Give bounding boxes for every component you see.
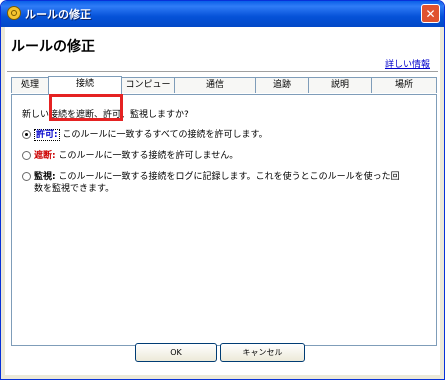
tab-action[interactable]: 処理 (11, 77, 49, 93)
close-icon: ✕ (425, 6, 436, 21)
radio-monitor[interactable] (22, 172, 31, 181)
allow-label: 許可: (34, 129, 60, 141)
tab-location[interactable]: 場所 (371, 77, 437, 93)
dialog-body: ルールの修正 詳しい情報 処理 接続 コンピュータ 通信 追跡 説明 場所 新し… (5, 27, 440, 375)
app-icon (7, 6, 21, 20)
header-divider (7, 71, 438, 73)
ok-button[interactable]: OK (135, 343, 217, 362)
details-link[interactable]: 詳しい情報 (385, 57, 430, 70)
tab-tracking[interactable]: 追跡 (255, 77, 309, 93)
tab-communication[interactable]: 通信 (174, 77, 256, 93)
tab-panel: 新しい接続を遮断、許可、監視しますか? 許可: このルールに一致するすべての接続… (11, 94, 437, 346)
cancel-button[interactable]: キャンセル (220, 343, 305, 362)
tab-connection[interactable]: 接続 (48, 76, 122, 95)
radio-block[interactable] (22, 151, 31, 160)
tab-computer[interactable]: コンピュータ (121, 77, 175, 105)
radio-allow[interactable] (22, 130, 31, 139)
allow-description: このルールに一致するすべての接続を許可します。 (62, 130, 268, 140)
title-bar[interactable]: ルールの修正 ✕ (1, 1, 444, 27)
monitor-description-line1: このルールに一致する接続をログに記録します。これを使うとこのルールを使った回 (58, 172, 400, 182)
highlight-box (49, 94, 123, 121)
monitor-description-line2: 数を監視できます。 (34, 184, 115, 194)
dialog-window: ルールの修正 ✕ ルールの修正 詳しい情報 処理 接続 コンピュータ 通信 追跡… (0, 0, 445, 380)
page-title: ルールの修正 (11, 39, 95, 55)
button-row: OK キャンセル (1, 343, 444, 363)
window-title: ルールの修正 (25, 8, 91, 21)
tab-strip: 処理 接続 コンピュータ 通信 追跡 説明 場所 (11, 76, 437, 105)
tab-description[interactable]: 説明 (308, 77, 372, 93)
close-button[interactable]: ✕ (421, 4, 440, 23)
monitor-label: 監視: (34, 172, 56, 182)
block-description: このルールに一致する接続を許可しません。 (58, 151, 239, 161)
block-label: 遮断: (34, 151, 56, 161)
